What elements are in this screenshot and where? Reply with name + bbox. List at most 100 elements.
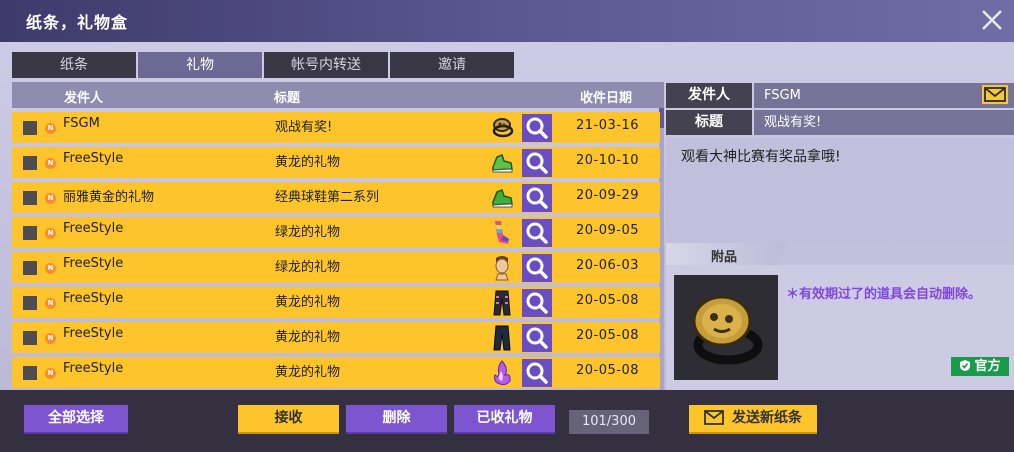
send-new-note-button[interactable]: 发送新纸条 [689,405,817,434]
magnifier-icon [526,152,548,174]
inspect-button[interactable] [522,359,552,387]
row-sender: FreeStyle [63,326,124,341]
detail-sender-label: 发件人 [666,83,752,108]
list-row[interactable]: N FreeStyle 黄龙的礼物 20-05-08 [12,322,660,353]
row-date: 20-06-03 [576,258,640,273]
inspect-button[interactable] [522,149,552,177]
new-badge-icon: N [45,158,56,169]
row-subject: 黄龙的礼物 [275,155,341,170]
row-subject: 黄龙的礼物 [275,365,341,380]
row-sender: FSGM [63,116,100,131]
list-header: 发件人 标题 收件日期 [12,82,664,108]
row-sender: FreeStyle [63,221,124,236]
tab-notes[interactable]: 纸条 [12,52,136,78]
row-subject: 黄龙的礼物 [275,295,341,310]
magnifier-icon [526,257,548,279]
row-subject: 观战有奖! [275,120,333,135]
row-sender: 丽雅黄金的礼物 [63,190,155,205]
row-subject: 黄龙的礼物 [275,330,341,345]
list-row[interactable]: N FreeStyle 黄龙的礼物 20-05-08 [12,357,660,388]
tab-account-transfer[interactable]: 帐号内转送 [264,52,388,78]
list-row[interactable]: N FSGM 观战有奖! 21-03-16 [12,112,660,143]
row-date: 20-05-08 [576,363,640,378]
inspect-button[interactable] [522,324,552,352]
flame-hand-icon [489,359,515,386]
row-checkbox[interactable] [23,331,37,345]
row-checkbox[interactable] [23,121,37,135]
row-date: 20-10-10 [576,153,640,168]
list-row[interactable]: N 丽雅黄金的礼物 经典球鞋第二系列 20-09-29 [12,182,660,213]
new-badge-icon: N [45,298,56,309]
envelope-icon [704,408,724,435]
magnifier-icon [526,187,548,209]
attachment-header: 附品 [666,243,788,265]
official-badge-label: 官方 [974,359,1001,374]
new-badge-icon: N [45,368,56,379]
gift-box-window: 纸条，礼物盒 纸条 礼物 帐号内转送 邀请 发件人 标题 收件日期 N FSGM… [0,0,1014,452]
receive-button[interactable]: 接收 [238,405,339,434]
select-all-button[interactable]: 全部选择 [24,405,128,434]
pants-icon [489,324,515,351]
delete-button[interactable]: 删除 [346,405,447,434]
green-sneaker-icon [489,184,515,211]
detail-subject-label: 标题 [666,110,752,135]
list-row[interactable]: N FreeStyle 绿龙的礼物 20-06-03 [12,252,660,283]
close-icon[interactable] [978,6,1006,34]
list-row[interactable]: N FreeStyle 黄龙的礼物 20-05-08 [12,287,660,318]
magnifier-icon [526,222,548,244]
row-checkbox[interactable] [23,261,37,275]
magnifier-icon [526,362,548,384]
detail-subject-value: 观战有奖! [754,110,1014,135]
row-checkbox[interactable] [23,366,37,380]
row-date: 21-03-16 [576,118,640,133]
row-date: 20-05-08 [576,293,640,308]
row-subject: 绿龙的礼物 [275,260,341,275]
inspect-button[interactable] [522,289,552,317]
attachment-label: 附品 [711,250,738,265]
row-checkbox[interactable] [23,226,37,240]
new-badge-icon: N [45,228,56,239]
tab-gifts[interactable]: 礼物 [138,52,262,78]
gift-count: 101/300 [569,410,649,434]
tab-invite[interactable]: 邀请 [390,52,514,78]
green-sneaker-icon [489,149,515,176]
gold-ring-icon [674,275,778,380]
magnifier-icon [526,327,548,349]
row-date: 20-09-29 [576,188,640,203]
inspect-button[interactable] [522,114,552,142]
detail-subject: 观战有奖! [764,115,822,130]
inspect-button[interactable] [522,184,552,212]
gift-list: 发件人 标题 收件日期 N FSGM 观战有奖! 21-03-16 N Free… [12,82,664,390]
column-subject: 标题 [274,91,301,106]
magnifier-icon [526,292,548,314]
list-row[interactable]: N FreeStyle 绿龙的礼物 20-09-05 [12,217,660,248]
list-row[interactable]: N FreeStyle 黄龙的礼物 20-10-10 [12,147,660,178]
new-badge-icon: N [45,123,56,134]
send-new-note-label: 发送新纸条 [732,410,802,426]
inspect-button[interactable] [522,254,552,282]
shield-check-icon [959,359,971,378]
expiry-notice: ＊有效期过了的道具会自动删除。 [786,287,982,302]
detail-subject-row: 标题 观战有奖! [666,110,1014,135]
row-sender: FreeStyle [63,361,124,376]
inspect-button[interactable] [522,219,552,247]
row-date: 20-05-08 [576,328,640,343]
new-badge-icon: N [45,333,56,344]
detail-sender-row: 发件人 FSGM [666,83,1014,108]
row-checkbox[interactable] [23,156,37,170]
face-icon [489,254,515,281]
reply-mail-icon[interactable] [982,85,1008,104]
received-gifts-button[interactable]: 已收礼物 [454,405,555,434]
column-sender: 发件人 [64,91,104,106]
window-title: 纸条，礼物盒 [26,13,129,32]
new-badge-icon: N [45,263,56,274]
tab-bar: 纸条 礼物 帐号内转送 邀请 [12,52,516,78]
row-checkbox[interactable] [23,191,37,205]
detail-sender: FSGM [764,88,801,103]
message-text: 观看大神比赛有奖品拿哦! [681,149,841,165]
pants-icon [489,289,515,316]
row-checkbox[interactable] [23,296,37,310]
row-sender: FreeStyle [63,291,124,306]
title-bar: 纸条，礼物盒 [0,0,1014,42]
row-subject: 绿龙的礼物 [275,225,341,240]
